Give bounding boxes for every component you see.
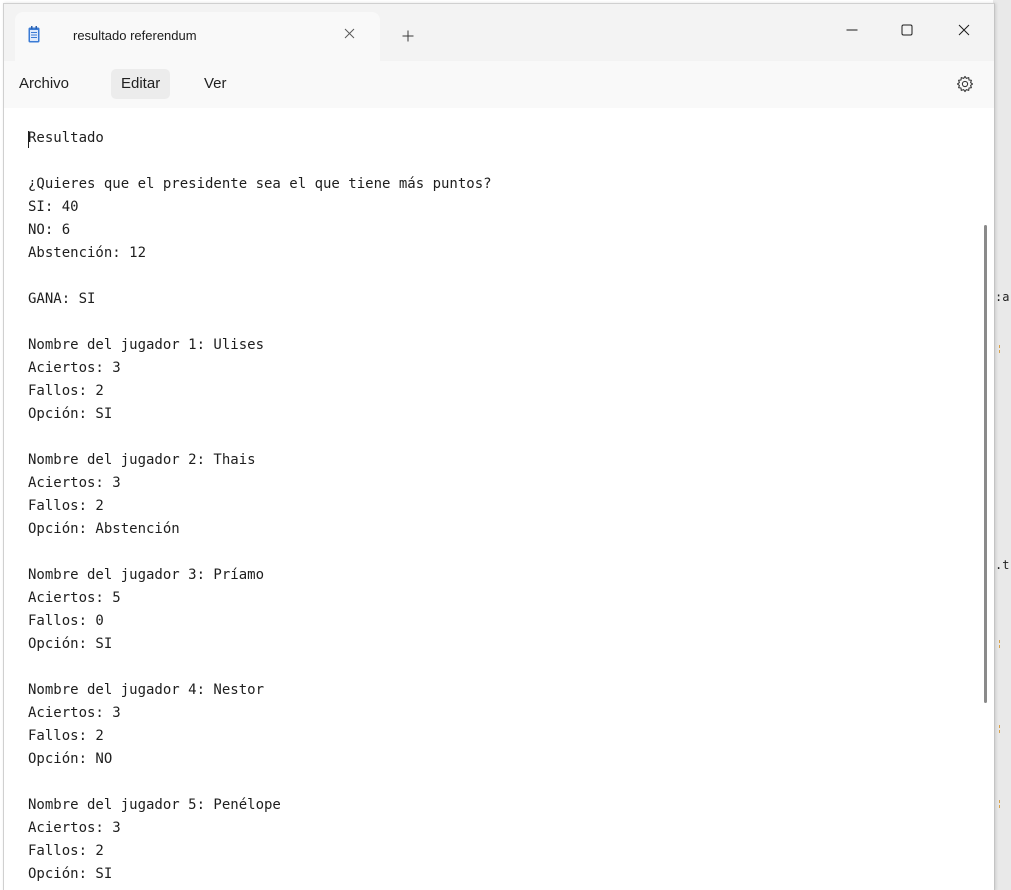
background-marker	[999, 800, 1006, 808]
menu-bar: Archivo Editar Ver	[4, 61, 994, 108]
notepad-icon	[28, 26, 40, 43]
document-tab[interactable]: resultado referendum	[15, 12, 380, 61]
maximize-icon	[901, 24, 913, 36]
text-line: Nombre del jugador 1: Ulises	[28, 337, 265, 353]
gear-icon	[956, 75, 974, 93]
text-editor[interactable]: Resultado ¿Quieres que el presidente sea …	[4, 108, 994, 890]
text-line	[28, 265, 968, 288]
text-line: Nombre del jugador 2: Thais	[28, 452, 256, 468]
text-line: ¿Quieres que el presidente sea el que ti…	[28, 176, 492, 192]
background-window: :a .t	[993, 0, 1011, 890]
notepad-window: resultado referendum Archivo Editar Ver …	[3, 3, 995, 890]
tab-close-button[interactable]	[337, 21, 361, 45]
text-line: Opción: SI	[28, 866, 113, 882]
text-line	[28, 656, 968, 679]
close-window-button[interactable]	[942, 12, 986, 48]
plus-icon	[402, 30, 414, 42]
text-line	[28, 426, 968, 449]
text-caret	[28, 131, 29, 148]
close-icon	[344, 28, 354, 38]
text-line: Fallos: 2	[28, 843, 104, 859]
background-marker	[999, 640, 1006, 648]
text-line: Aciertos: 3	[28, 360, 121, 376]
background-text-fragment: .t	[995, 558, 1010, 572]
text-line: Opción: NO	[28, 751, 113, 767]
text-line	[28, 771, 968, 794]
text-line: Nombre del jugador 3: Príamo	[28, 567, 265, 583]
title-bar[interactable]: resultado referendum	[4, 4, 994, 61]
text-line: Opción: SI	[28, 636, 113, 652]
text-line: Fallos: 2	[28, 498, 104, 514]
text-line: Nombre del jugador 5: Penélope	[28, 797, 281, 813]
minimize-button[interactable]	[830, 12, 874, 48]
text-line: Opción: Abstención	[28, 521, 180, 537]
maximize-button[interactable]	[885, 12, 929, 48]
text-line: NO: 6	[28, 222, 71, 238]
text-line: Aciertos: 5	[28, 590, 121, 606]
vertical-scrollbar[interactable]	[984, 225, 987, 703]
menu-archivo[interactable]: Archivo	[9, 69, 79, 99]
menu-editar[interactable]: Editar	[111, 69, 171, 99]
background-marker	[999, 345, 1006, 353]
text-line: Nombre del jugador 4: Nestor	[28, 682, 265, 698]
text-line: Fallos: 0	[28, 613, 104, 629]
new-tab-button[interactable]	[396, 24, 420, 48]
text-line: Aciertos: 3	[28, 705, 121, 721]
text-line: Abstención: 12	[28, 245, 147, 261]
text-line: Opción: SI	[28, 406, 113, 422]
text-line	[28, 150, 968, 173]
text-line: Resultado	[28, 130, 104, 146]
background-marker	[999, 725, 1006, 733]
text-line: GANA: SI	[28, 291, 96, 307]
text-line: SI: 40	[28, 199, 79, 215]
text-line: Aciertos: 3	[28, 475, 121, 491]
text-line: Fallos: 2	[28, 728, 104, 744]
background-text-fragment: :a	[995, 290, 1010, 304]
text-line	[28, 541, 968, 564]
settings-button[interactable]	[950, 69, 980, 99]
minimize-icon	[846, 29, 858, 31]
tab-title: resultado referendum	[73, 28, 197, 43]
text-line	[28, 311, 968, 334]
menu-ver[interactable]: Ver	[194, 69, 237, 99]
text-line: Fallos: 2	[28, 383, 104, 399]
document-text[interactable]: Resultado ¿Quieres que el presidente sea …	[28, 127, 968, 886]
text-line: Aciertos: 3	[28, 820, 121, 836]
close-icon	[958, 24, 970, 36]
